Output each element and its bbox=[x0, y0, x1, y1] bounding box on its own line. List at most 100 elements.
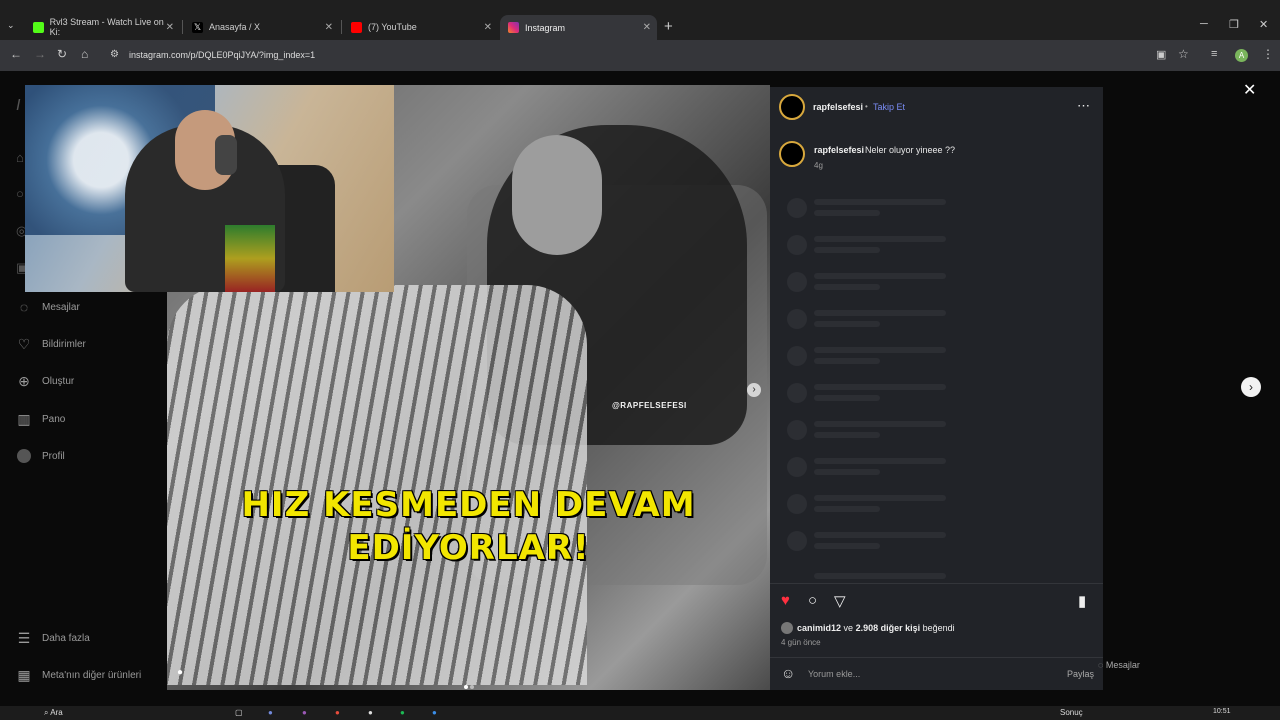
close-modal-icon[interactable]: ✕ bbox=[1243, 80, 1256, 100]
divider bbox=[770, 657, 1103, 658]
comment-icon[interactable]: ○ bbox=[808, 592, 817, 609]
home-nav-icon[interactable]: ⌂ bbox=[16, 150, 24, 165]
tab-title: Anasayfa / X bbox=[209, 22, 261, 32]
skeleton-avatar bbox=[787, 198, 807, 218]
comment-age: 4g bbox=[814, 161, 823, 170]
profile-avatar[interactable]: A bbox=[1235, 49, 1248, 62]
next-post-icon[interactable]: › bbox=[1241, 377, 1261, 397]
restore-button[interactable]: ❐ bbox=[1229, 18, 1239, 31]
caption-line-1: HIZ KESMEDEN DEVAM bbox=[241, 485, 696, 525]
shirt-stripe bbox=[225, 225, 275, 292]
headphones bbox=[215, 135, 237, 175]
menu-icon[interactable]: ⋮ bbox=[1262, 47, 1274, 61]
app-icon[interactable]: ● bbox=[368, 708, 373, 717]
tab-youtube[interactable]: (7) YouTube ✕ bbox=[343, 15, 498, 39]
close-icon[interactable]: ✕ bbox=[643, 22, 651, 33]
post-comment-button[interactable]: Paylaş bbox=[1067, 669, 1094, 679]
discord-icon[interactable]: ● bbox=[268, 708, 273, 717]
skeleton-line bbox=[814, 458, 946, 464]
like-heart-icon[interactable]: ♥ bbox=[781, 592, 790, 609]
skeleton-line bbox=[814, 543, 880, 549]
messenger-icon: ◌ bbox=[19, 299, 29, 315]
watermark: @RAPFELSEFESI bbox=[612, 401, 687, 410]
skeleton-avatar bbox=[787, 272, 807, 292]
sidebar-item-label: Mesajlar bbox=[42, 301, 80, 313]
youtube-icon bbox=[351, 21, 362, 33]
webcam-overlay bbox=[25, 85, 394, 292]
messages-label: Mesajlar bbox=[1105, 660, 1140, 670]
skeleton-line bbox=[814, 395, 880, 401]
clock[interactable]: 10:51 bbox=[1213, 708, 1231, 715]
taskbar-search[interactable]: ⌕ Ara bbox=[44, 708, 63, 718]
back-icon[interactable]: ← bbox=[10, 47, 22, 61]
instagram-logo-icon[interactable]: I bbox=[16, 97, 20, 115]
liker-avatar[interactable] bbox=[781, 622, 793, 634]
tab-x[interactable]: 𝕏 Anasayfa / X ✕ bbox=[184, 15, 339, 39]
home-icon[interactable]: ⌂ bbox=[81, 47, 88, 61]
tagged-users-icon[interactable]: ● bbox=[177, 667, 189, 679]
app-icon[interactable]: ● bbox=[302, 708, 307, 717]
likes-summary[interactable]: canimid12 ve 2.908 diğer kişi beğendi bbox=[797, 623, 955, 633]
site-info-icon[interactable]: ⚙ bbox=[110, 49, 119, 60]
sidebar-item-notifications[interactable]: ♡ Bildirimler bbox=[16, 336, 86, 352]
comment-input[interactable]: Yorum ekle... bbox=[808, 669, 860, 679]
hamburger-icon: ☰ bbox=[17, 629, 31, 646]
emoji-icon[interactable]: ☺ bbox=[781, 665, 795, 681]
close-icon[interactable]: ✕ bbox=[166, 22, 174, 33]
tab-instagram[interactable]: Instagram ✕ bbox=[500, 15, 657, 40]
sidebar-item-more[interactable]: ☰ Daha fazla bbox=[16, 630, 90, 646]
sidebar-item-dashboard[interactable]: ▥ Pano bbox=[16, 411, 65, 427]
close-icon[interactable]: ✕ bbox=[484, 22, 492, 33]
install-app-icon[interactable]: ▣ bbox=[1156, 48, 1166, 61]
share-icon[interactable]: ▽ bbox=[834, 592, 846, 610]
follow-button[interactable]: Takip Et bbox=[873, 102, 905, 112]
minimize-button[interactable]: ─ bbox=[1200, 18, 1208, 30]
plus-icon: ⊕ bbox=[18, 372, 30, 389]
sidebar-item-profile[interactable]: Profil bbox=[16, 448, 65, 464]
more-options-icon[interactable]: ⋯ bbox=[1077, 98, 1090, 114]
tab-kick[interactable]: Rvl3 Stream - Watch Live on Ki: ✕ bbox=[25, 15, 180, 39]
liked-by-user[interactable]: canimid12 bbox=[797, 623, 841, 633]
liked-by-others[interactable]: 2.908 diğer kişi bbox=[856, 623, 921, 633]
skeleton-line bbox=[814, 210, 880, 216]
skeleton-line bbox=[814, 236, 946, 242]
author-avatar[interactable] bbox=[779, 94, 805, 120]
spotify-icon[interactable]: ● bbox=[400, 708, 405, 717]
skeleton-line bbox=[814, 573, 946, 579]
skeleton-avatar bbox=[787, 457, 807, 477]
messages-pill[interactable]: ◌ Mesajlar bbox=[1098, 660, 1140, 670]
save-bookmark-icon[interactable]: ▮ bbox=[1078, 592, 1086, 610]
skeleton-line bbox=[814, 432, 880, 438]
reload-icon[interactable]: ↻ bbox=[57, 47, 67, 61]
forward-icon[interactable]: → bbox=[34, 47, 46, 61]
address-bar[interactable]: instagram.com/p/DQLE0PqiJYA/?img_index=1 bbox=[129, 50, 315, 60]
comment-author[interactable]: rapfelsefesi bbox=[814, 145, 864, 155]
search-nav-icon[interactable]: ○ bbox=[16, 186, 24, 201]
skeleton-line bbox=[814, 384, 946, 390]
skeleton-line bbox=[814, 469, 880, 475]
tab-search-icon[interactable]: ⌄ bbox=[7, 20, 15, 31]
sidebar-item-meta[interactable]: ▦ Meta'nın diğer ürünleri bbox=[16, 667, 141, 683]
skeleton-line bbox=[814, 358, 880, 364]
chrome-icon[interactable]: ● bbox=[335, 708, 340, 717]
author-username[interactable]: rapfelsefesi bbox=[813, 102, 863, 112]
skeleton-line bbox=[814, 532, 946, 538]
sidebar-item-messages[interactable]: ◌ Mesajlar bbox=[16, 299, 80, 315]
photo-face bbox=[512, 135, 602, 255]
new-tab-button[interactable]: + bbox=[664, 18, 673, 35]
liked-connector: ve bbox=[843, 623, 854, 633]
comment-author-avatar[interactable] bbox=[779, 141, 805, 167]
bookmark-star-icon[interactable]: ☆ bbox=[1178, 47, 1189, 61]
window-close-button[interactable]: ✕ bbox=[1259, 18, 1268, 31]
app-icon[interactable]: ● bbox=[432, 708, 437, 717]
carousel-next-icon[interactable]: › bbox=[747, 383, 761, 397]
x-logo-icon: 𝕏 bbox=[192, 21, 203, 33]
task-view-icon[interactable]: ▢ bbox=[235, 708, 243, 717]
media-control-icon[interactable]: ≡ bbox=[1211, 48, 1217, 60]
tab-divider bbox=[341, 20, 342, 34]
close-icon[interactable]: ✕ bbox=[325, 22, 333, 33]
divider bbox=[770, 583, 1103, 584]
skeleton-line bbox=[814, 247, 880, 253]
comment-text: Neler oluyor yineee ?? bbox=[865, 145, 956, 155]
sidebar-item-create[interactable]: ⊕ Oluştur bbox=[16, 373, 74, 389]
